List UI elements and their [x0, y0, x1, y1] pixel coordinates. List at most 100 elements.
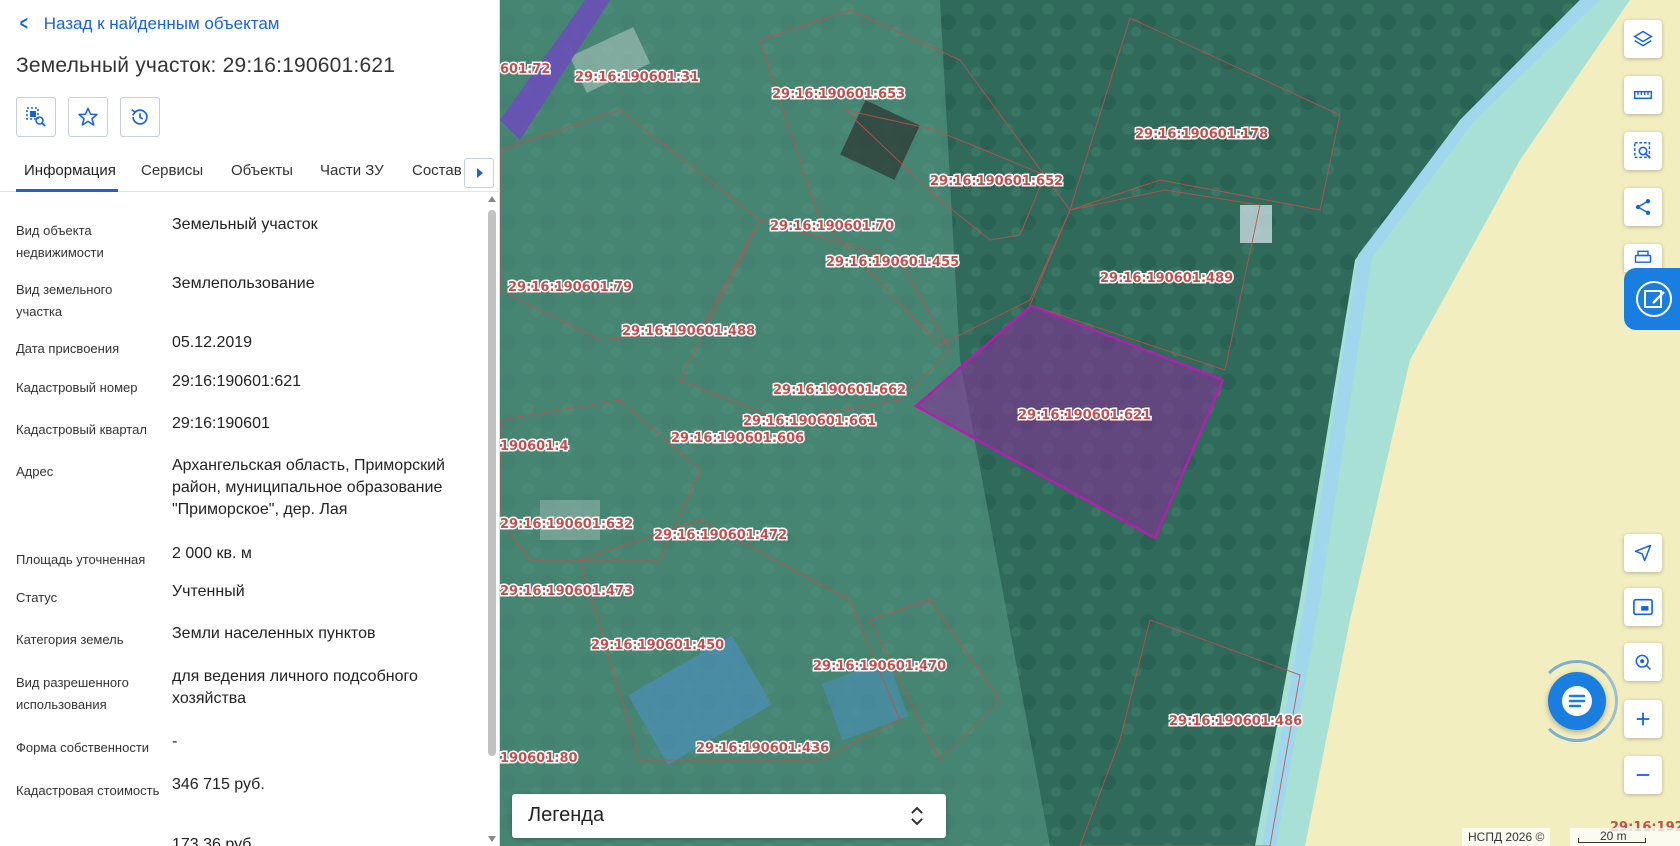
- map-view[interactable]: 601:72 29:16:190601:31 29:16:190601:653 …: [500, 0, 1680, 846]
- info-panel: < Назад к найденным объектам Земельный у…: [0, 0, 500, 846]
- parcel-label[interactable]: 29:16:190601:455: [825, 254, 961, 272]
- info-value: Земельный участок: [172, 216, 318, 233]
- area-search-button[interactable]: [1624, 132, 1662, 170]
- active-tab-indicator: [16, 189, 118, 192]
- parcel-label[interactable]: 29:16:190601:473: [500, 583, 635, 601]
- info-value: 29:16:190601:621: [172, 373, 302, 390]
- scroll-thumb[interactable]: [488, 210, 496, 756]
- layers-button[interactable]: [1624, 20, 1662, 58]
- favorite-button[interactable]: [68, 97, 108, 137]
- minimap-icon: [1633, 598, 1653, 616]
- info-value: Учтенный: [172, 583, 245, 600]
- parcel-label[interactable]: 29:16:190601:632: [500, 516, 635, 534]
- ruler-button[interactable]: [1624, 76, 1662, 114]
- parcel-label[interactable]: 29:16:190601:606: [670, 430, 806, 448]
- area-search-icon: [1634, 142, 1651, 159]
- select-area-icon: [26, 107, 46, 127]
- info-value: 05.12.2019: [172, 334, 253, 351]
- info-scrollbar[interactable]: [486, 196, 498, 846]
- parcel-label[interactable]: 29:16:190601:472: [653, 527, 789, 545]
- parcel-label[interactable]: 190601:4: [500, 438, 570, 456]
- locate-button[interactable]: [1624, 534, 1662, 572]
- side-panel-tab[interactable]: [1624, 268, 1680, 330]
- parcel-label[interactable]: 29:16:190601:488: [621, 323, 757, 341]
- info-label: Кадастровый номер: [16, 380, 138, 395]
- share-icon: [1635, 199, 1651, 215]
- info-value: -: [172, 733, 178, 750]
- info-value: 346 715 руб.: [172, 776, 265, 793]
- parcel-label[interactable]: 29:16:190601:621: [1017, 407, 1153, 425]
- action-toolbar: [16, 97, 160, 137]
- tab-objects[interactable]: Объекты: [231, 162, 293, 179]
- info-list: Вид объекта недвижимости Земельный участ…: [0, 200, 488, 846]
- history-icon: [131, 109, 148, 125]
- parcel-label[interactable]: 29:16:190601:470: [812, 658, 948, 676]
- info-label: Статус: [16, 590, 58, 605]
- info-label: Категория земель: [16, 632, 124, 647]
- parcel-label[interactable]: 29:16:190601:489: [1099, 270, 1235, 288]
- parcel-label[interactable]: 601:72: [500, 61, 552, 79]
- info-label: Площадь уточненная: [16, 552, 146, 567]
- back-link-label: Назад к найденным объектам: [43, 14, 280, 33]
- star-icon: [78, 107, 98, 126]
- share-button[interactable]: [1624, 188, 1662, 226]
- info-label: Вид разрешенного использования: [16, 675, 129, 712]
- info-value: Землепользование: [172, 275, 315, 292]
- tab-parts[interactable]: Части ЗУ: [320, 162, 384, 179]
- info-label: Вид объекта недвижимости: [16, 223, 104, 260]
- page-title: Земельный участок: 29:16:190601:621: [16, 54, 396, 77]
- parcel-label[interactable]: 29:16:190601:31: [574, 69, 701, 87]
- parcel-label[interactable]: 29:16:190601:178: [1134, 126, 1270, 144]
- parcel-label[interactable]: 29:16:190601:661: [742, 413, 878, 431]
- info-label: Кадастровая стоимость: [16, 783, 160, 798]
- chevron-up-down-icon: [911, 806, 923, 826]
- info-label: Дата присвоения: [16, 341, 120, 356]
- chat-icon: [1562, 686, 1592, 716]
- info-label: Вид земельного участка: [16, 282, 113, 319]
- scroll-up-icon[interactable]: [488, 196, 496, 202]
- tab-services[interactable]: Сервисы: [141, 162, 203, 179]
- parcel-label[interactable]: 29:16:190601:662: [772, 382, 908, 400]
- zoom-in-button[interactable]: [1624, 700, 1662, 738]
- scroll-down-icon[interactable]: [488, 836, 496, 842]
- minimap-button[interactable]: [1624, 588, 1662, 626]
- info-value: Архангельская область, Приморский район,…: [172, 457, 445, 518]
- print-icon: [1634, 250, 1652, 263]
- geo-pin-icon: [1635, 654, 1652, 671]
- tab-composition[interactable]: Состав: [412, 162, 462, 179]
- zoom-out-icon: [1636, 774, 1650, 776]
- parcel-label[interactable]: 29:16:190601:486: [1168, 713, 1304, 731]
- info-value: Земли населенных пунктов: [172, 625, 376, 642]
- scale-bar: 20 m: [1570, 828, 1680, 846]
- locate-icon: [1634, 544, 1652, 562]
- info-label: Адрес: [16, 464, 54, 479]
- geo-pin-button[interactable]: [1624, 643, 1662, 681]
- chat-button[interactable]: [1548, 672, 1606, 730]
- info-value: 173,36 руб.: [172, 836, 256, 846]
- tab-information[interactable]: Информация: [24, 162, 116, 179]
- zoom-in-icon: [1636, 712, 1650, 726]
- ruler-icon: [1633, 90, 1653, 100]
- tabs-scroll-right-button[interactable]: [464, 158, 494, 188]
- info-value: 29:16:190601: [172, 415, 270, 432]
- parcel-label[interactable]: 29:16:190601:436: [695, 740, 831, 758]
- zoom-out-button[interactable]: [1624, 756, 1662, 794]
- history-button[interactable]: [120, 97, 160, 137]
- map-pen-icon: [1636, 281, 1672, 317]
- triangle-right-icon: [477, 168, 483, 178]
- legend-label: Легенда: [528, 804, 605, 826]
- layers-icon: [1633, 30, 1653, 47]
- parcel-label[interactable]: 29:16:190601:70: [769, 218, 896, 236]
- parcel-label[interactable]: 190601:80: [500, 750, 579, 768]
- parcel-label[interactable]: 29:16:190601:652: [929, 173, 1065, 191]
- info-value: для ведения личного подсобного хозяйства: [172, 668, 418, 707]
- info-label: Форма собственности: [16, 740, 150, 755]
- parcel-label[interactable]: 29:16:190601:653: [771, 86, 907, 104]
- map-canvas[interactable]: 601:72 29:16:190601:31 29:16:190601:653 …: [500, 0, 1680, 846]
- parcel-label[interactable]: 29:16:190601:79: [507, 279, 634, 297]
- copyright-text: НСПД 2026 ©: [1462, 828, 1551, 846]
- legend-dropdown[interactable]: Легенда: [512, 794, 946, 838]
- back-to-results-link[interactable]: < Назад к найденным объектам: [18, 14, 280, 34]
- select-area-button[interactable]: [16, 97, 56, 137]
- parcel-label[interactable]: 29:16:190601:450: [590, 637, 726, 655]
